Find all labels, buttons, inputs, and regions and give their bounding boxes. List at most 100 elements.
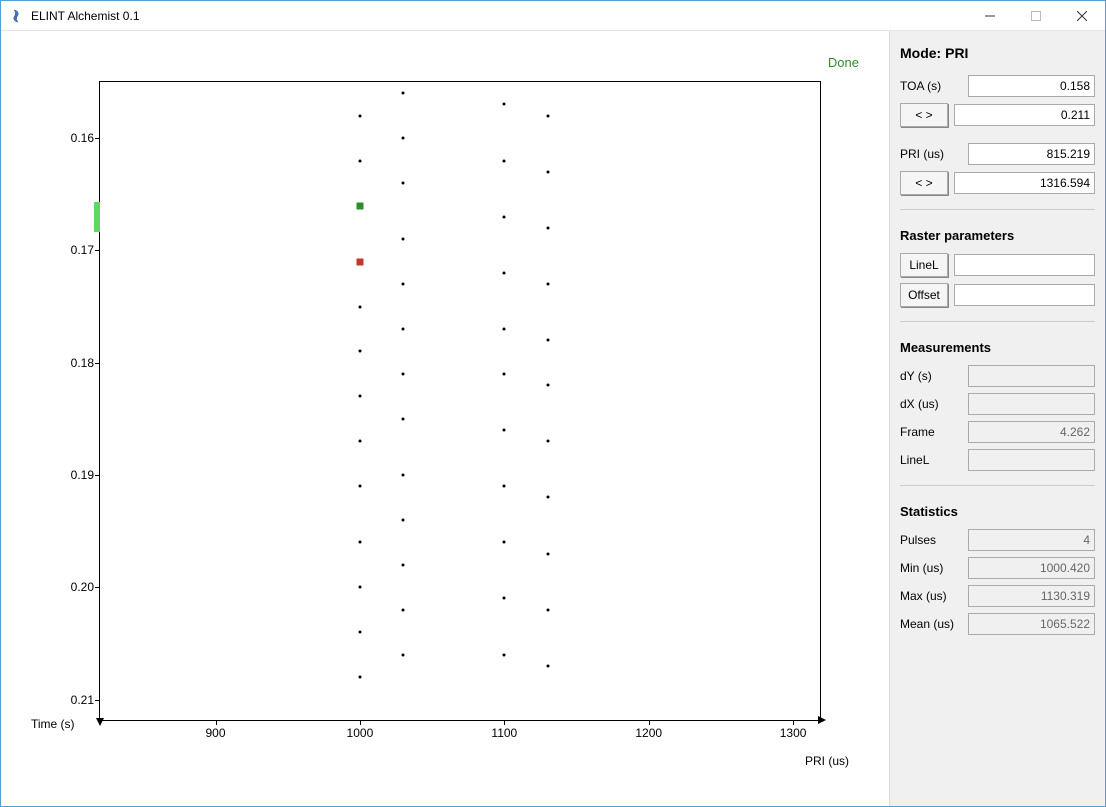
data-point [402, 653, 405, 656]
mean-value [968, 613, 1095, 635]
app-icon [9, 8, 25, 24]
data-point [503, 429, 506, 432]
toa-from-input[interactable] [968, 75, 1095, 97]
data-point [358, 586, 361, 589]
y-tick-mark [95, 363, 100, 364]
titlebar: ELINT Alchemist 0.1 [1, 1, 1105, 31]
x-tick-mark [216, 720, 217, 725]
red-marker[interactable] [356, 258, 363, 265]
data-point [503, 159, 506, 162]
data-point [503, 328, 506, 331]
y-axis-label: Time (s) [31, 717, 75, 731]
data-point [358, 485, 361, 488]
mode-title: Mode: PRI [900, 45, 1095, 61]
maximize-button[interactable] [1013, 1, 1059, 31]
data-point [358, 159, 361, 162]
data-point [358, 631, 361, 634]
mean-label: Mean (us) [900, 617, 962, 631]
dx-value [968, 393, 1095, 415]
divider [900, 321, 1095, 322]
pri-nav-button[interactable]: < > [900, 171, 948, 195]
data-point [546, 384, 549, 387]
x-tick-mark [649, 720, 650, 725]
plot-area: Done 0.160.170.180.190.200.2190010001100… [1, 31, 889, 806]
data-point [546, 283, 549, 286]
mlinel-label: LineL [900, 453, 962, 467]
data-point [503, 485, 506, 488]
max-label: Max (us) [900, 589, 962, 603]
dx-label: dX (us) [900, 397, 962, 411]
scatter-plot[interactable]: 0.160.170.180.190.200.219001000110012001… [99, 81, 821, 721]
data-point [402, 518, 405, 521]
window-title: ELINT Alchemist 0.1 [31, 9, 140, 23]
toa-to-input[interactable] [954, 104, 1095, 126]
linel-input[interactable] [954, 254, 1095, 276]
data-point [402, 283, 405, 286]
data-point [402, 417, 405, 420]
data-point [546, 664, 549, 667]
measurements-title: Measurements [900, 340, 1095, 355]
data-point [546, 496, 549, 499]
offset-button[interactable]: Offset [900, 283, 948, 307]
min-label: Min (us) [900, 561, 962, 575]
offset-input[interactable] [954, 284, 1095, 306]
status-text: Done [828, 55, 859, 70]
data-point [358, 440, 361, 443]
green-marker[interactable] [356, 202, 363, 209]
x-axis-label: PRI (us) [805, 754, 849, 768]
dy-value [968, 365, 1095, 387]
y-tick-mark [95, 587, 100, 588]
data-point [358, 541, 361, 544]
data-point [546, 440, 549, 443]
data-point [358, 114, 361, 117]
data-point [546, 608, 549, 611]
y-tick-mark [95, 700, 100, 701]
dy-label: dY (s) [900, 369, 962, 383]
data-point [503, 215, 506, 218]
minimize-button[interactable] [967, 1, 1013, 31]
data-point [358, 305, 361, 308]
data-point [358, 676, 361, 679]
data-point [503, 271, 506, 274]
linel-button[interactable]: LineL [900, 253, 948, 277]
data-point [402, 563, 405, 566]
data-point [503, 103, 506, 106]
data-point [402, 238, 405, 241]
data-point [402, 328, 405, 331]
frame-label: Frame [900, 425, 962, 439]
toa-label: TOA (s) [900, 79, 962, 93]
frame-value [968, 421, 1095, 443]
y-axis-arrow-icon [96, 718, 104, 726]
data-point [546, 170, 549, 173]
pri-from-input[interactable] [968, 143, 1095, 165]
mlinel-value [968, 449, 1095, 471]
divider [900, 485, 1095, 486]
y-highlight-marker [94, 202, 100, 232]
toa-nav-button[interactable]: < > [900, 103, 948, 127]
close-button[interactable] [1059, 1, 1105, 31]
app-window: ELINT Alchemist 0.1 Done 0.160.170.180.1… [0, 0, 1106, 807]
data-point [402, 608, 405, 611]
data-point [546, 226, 549, 229]
data-point [402, 137, 405, 140]
y-tick-mark [95, 475, 100, 476]
data-point [546, 114, 549, 117]
divider [900, 209, 1095, 210]
raster-title: Raster parameters [900, 228, 1095, 243]
pri-label: PRI (us) [900, 147, 962, 161]
data-point [402, 182, 405, 185]
data-point [503, 653, 506, 656]
pulses-label: Pulses [900, 533, 962, 547]
data-point [546, 339, 549, 342]
data-point [503, 597, 506, 600]
x-tick-mark [360, 720, 361, 725]
pri-to-input[interactable] [954, 172, 1095, 194]
side-panel: Mode: PRI TOA (s) < > PRI (us) < > Raste… [889, 31, 1105, 806]
data-point [546, 552, 549, 555]
data-point [402, 372, 405, 375]
x-axis-arrow-icon [818, 716, 826, 724]
y-tick-mark [95, 250, 100, 251]
y-tick-mark [95, 138, 100, 139]
x-tick-mark [793, 720, 794, 725]
min-value [968, 557, 1095, 579]
